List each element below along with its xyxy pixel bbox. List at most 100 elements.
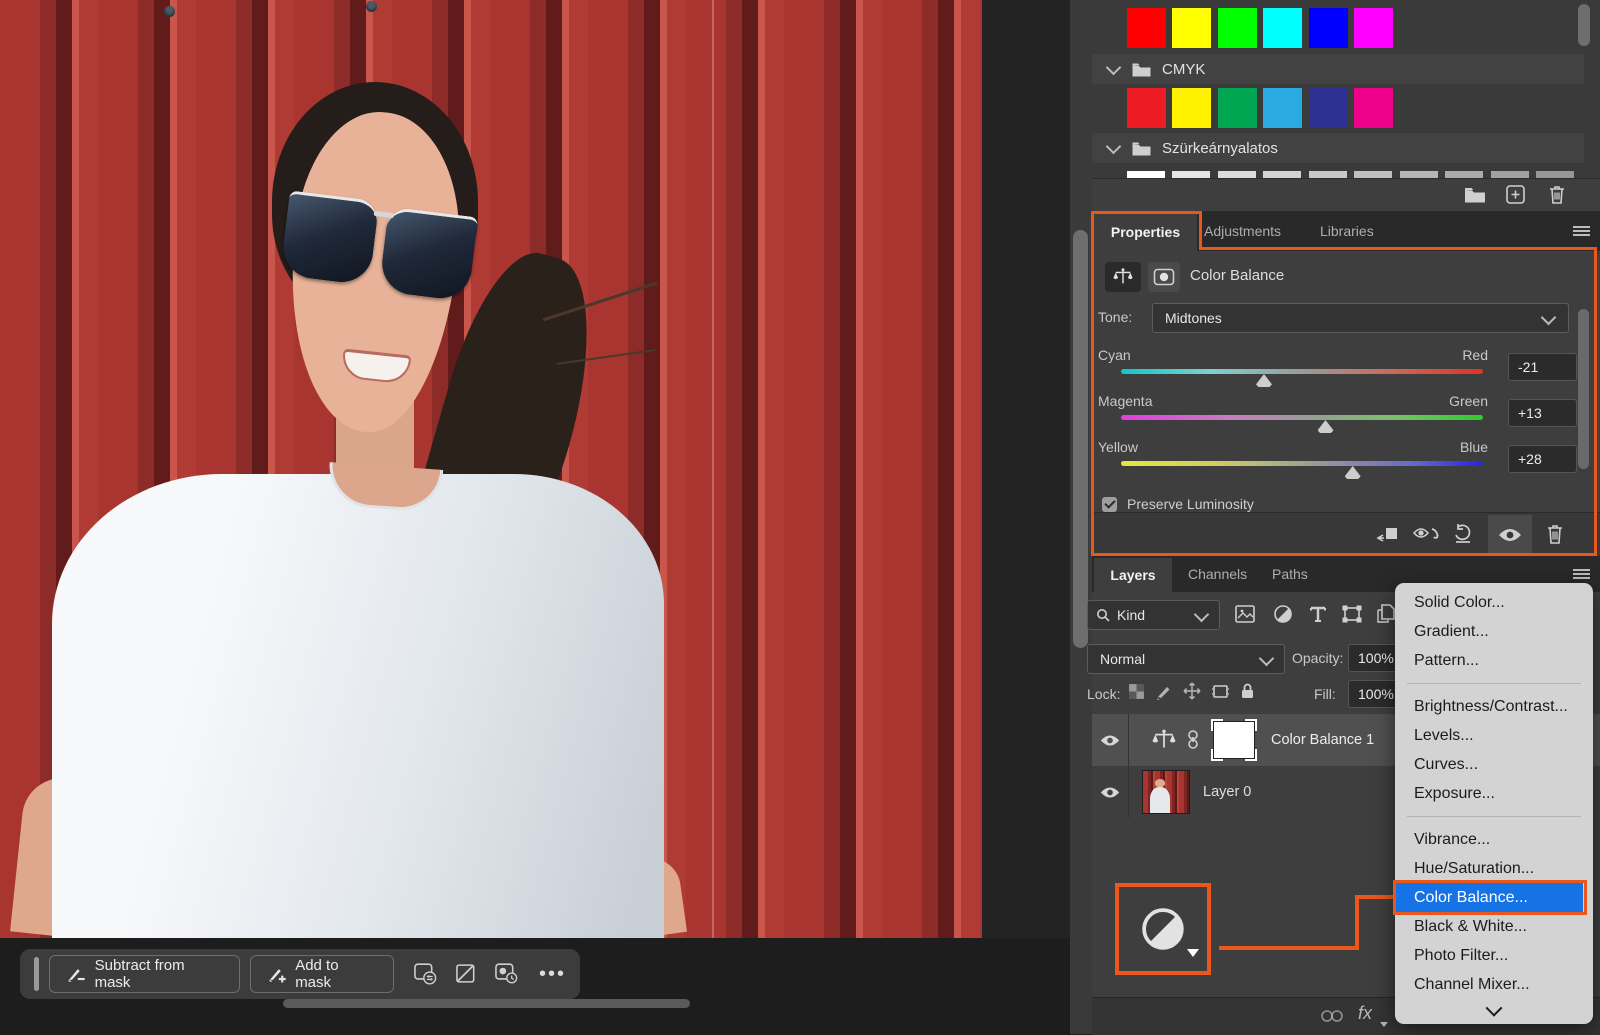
chevron-down-icon — [1486, 1000, 1503, 1017]
swatch[interactable] — [1309, 88, 1348, 128]
menu-item-curves[interactable]: Curves... — [1395, 750, 1593, 779]
search-icon — [1096, 608, 1110, 622]
tab-layers[interactable]: Layers — [1094, 558, 1172, 592]
swatch[interactable] — [1127, 8, 1166, 48]
mask-properties-icon[interactable] — [1148, 262, 1180, 292]
layer-style-fx-button[interactable]: fx — [1358, 1003, 1372, 1024]
adjustment-layer-menu: Solid Color... Gradient... Pattern... Br… — [1395, 583, 1593, 1024]
menu-item-channel-mixer[interactable]: Channel Mixer... — [1395, 970, 1593, 999]
swatch[interactable] — [1263, 8, 1302, 48]
add-to-mask-button[interactable]: Add to mask — [250, 955, 395, 993]
chevron-down-icon — [1194, 607, 1210, 623]
color-balance-sliders: Cyan Red -21 Magenta Green +13 Yellow Bl… — [1098, 343, 1567, 493]
layer-image-thumbnail[interactable] — [1143, 771, 1189, 813]
blend-mode-value: Normal — [1100, 651, 1145, 667]
delete-adjustment-icon[interactable] — [1545, 522, 1565, 546]
cyan-red-thumb[interactable] — [1256, 374, 1272, 387]
lock-all-icon[interactable] — [1240, 682, 1255, 700]
tab-adjustments[interactable]: Adjustments — [1204, 211, 1281, 251]
menu-item-pattern[interactable]: Pattern... — [1395, 646, 1593, 675]
blend-mode-select[interactable]: Normal — [1087, 644, 1285, 674]
swatch[interactable] — [1218, 8, 1257, 48]
vertical-scrollbar[interactable] — [1073, 230, 1088, 648]
folder-icon — [1131, 61, 1152, 78]
delete-swatch-icon[interactable] — [1547, 183, 1567, 206]
chevron-down-icon — [1541, 310, 1557, 326]
chevron-down-icon — [1187, 949, 1199, 957]
lock-position-icon[interactable] — [1183, 682, 1201, 700]
disable-mask-icon[interactable] — [454, 962, 478, 986]
layer-visibility-toggle[interactable] — [1092, 766, 1129, 818]
cyan-red-value[interactable]: -21 — [1508, 353, 1577, 381]
filter-type-layers-icon[interactable] — [1308, 604, 1328, 624]
layer-filter-select[interactable]: Kind — [1087, 600, 1220, 630]
filter-adjustment-layers-icon[interactable] — [1273, 604, 1293, 624]
swatch[interactable] — [1172, 88, 1211, 128]
taskbar-more-icon[interactable]: ••• — [539, 963, 566, 986]
menu-item-exposure[interactable]: Exposure... — [1395, 779, 1593, 808]
lock-pixels-icon[interactable] — [1155, 683, 1173, 700]
swatches-scrollbar[interactable] — [1578, 4, 1590, 46]
tone-select[interactable]: Midtones — [1152, 303, 1569, 333]
tab-paths[interactable]: Paths — [1272, 556, 1308, 592]
contextual-task-bar: Subtract from mask Add to mask ••• — [20, 949, 580, 999]
reset-icon[interactable] — [1452, 522, 1476, 546]
new-group-icon[interactable] — [1463, 185, 1487, 204]
swatch-group-grayscale[interactable]: Szürkeárnyalatos — [1092, 133, 1584, 163]
tab-channels[interactable]: Channels — [1188, 556, 1247, 592]
layers-panel-menu-icon[interactable] — [1573, 569, 1590, 579]
menu-item-hue-saturation[interactable]: Hue/Saturation... — [1395, 854, 1593, 883]
link-layers-icon[interactable] — [1320, 1009, 1344, 1023]
lock-options — [1128, 682, 1265, 700]
new-swatch-icon[interactable] — [1505, 184, 1526, 205]
properties-panel-menu-icon[interactable] — [1573, 226, 1590, 236]
adjustment-circle-icon — [1140, 906, 1186, 952]
filter-pixel-layers-icon[interactable] — [1234, 604, 1256, 624]
yellow-blue-value[interactable]: +28 — [1508, 445, 1577, 473]
mask-options-icon[interactable] — [493, 962, 519, 986]
menu-scroll-more[interactable] — [1395, 999, 1593, 1023]
properties-scrollbar[interactable] — [1578, 309, 1589, 469]
menu-item-brightness-contrast[interactable]: Brightness/Contrast... — [1395, 692, 1593, 721]
horizontal-scrollbar[interactable] — [283, 999, 690, 1008]
chevron-down-icon — [1106, 138, 1122, 154]
swatch-group-cmyk[interactable]: CMYK — [1092, 54, 1584, 84]
menu-item-black-white[interactable]: Black & White... — [1395, 912, 1593, 941]
swatch[interactable] — [1263, 88, 1302, 128]
lock-transparency-icon[interactable] — [1128, 683, 1145, 700]
swatch[interactable] — [1172, 8, 1211, 48]
mask-link-icon[interactable] — [1187, 729, 1199, 751]
tone-label: Tone: — [1098, 309, 1132, 325]
tab-libraries[interactable]: Libraries — [1320, 211, 1374, 251]
lock-artboard-icon[interactable] — [1211, 683, 1230, 700]
subtract-from-mask-button[interactable]: Subtract from mask — [49, 955, 240, 993]
preserve-luminosity-checkbox[interactable] — [1102, 497, 1117, 512]
swatch[interactable] — [1309, 8, 1348, 48]
menu-item-levels[interactable]: Levels... — [1395, 721, 1593, 750]
menu-item-gradient[interactable]: Gradient... — [1395, 617, 1593, 646]
annotation-connector — [1355, 895, 1397, 899]
magenta-green-value[interactable]: +13 — [1508, 399, 1577, 427]
filter-shape-layers-icon[interactable] — [1341, 604, 1363, 624]
swatch-group-label: Szürkeárnyalatos — [1162, 140, 1278, 157]
clip-to-layer-icon[interactable] — [1375, 525, 1399, 544]
layer-visibility-toggle[interactable] — [1092, 714, 1129, 766]
menu-item-vibrance[interactable]: Vibrance... — [1395, 825, 1593, 854]
yellow-blue-thumb[interactable] — [1345, 466, 1361, 479]
tab-properties[interactable]: Properties — [1094, 213, 1197, 251]
swatch[interactable] — [1218, 88, 1257, 128]
swatch[interactable] — [1127, 88, 1166, 128]
new-adjustment-layer-button[interactable] — [1133, 899, 1193, 959]
magenta-green-thumb[interactable] — [1318, 420, 1334, 433]
swatch[interactable] — [1354, 88, 1393, 128]
layer-mask-thumbnail[interactable] — [1211, 719, 1257, 761]
visibility-toggle[interactable] — [1488, 515, 1532, 555]
menu-item-solid-color[interactable]: Solid Color... — [1395, 588, 1593, 617]
menu-item-color-balance[interactable]: Color Balance... — [1395, 883, 1583, 912]
adjust-properties-icon[interactable] — [412, 962, 438, 986]
filter-smart-objects-icon[interactable] — [1376, 603, 1396, 625]
swatch[interactable] — [1354, 8, 1393, 48]
view-previous-state-icon[interactable] — [1412, 523, 1442, 545]
taskbar-drag-handle[interactable] — [34, 957, 39, 991]
menu-item-photo-filter[interactable]: Photo Filter... — [1395, 941, 1593, 970]
